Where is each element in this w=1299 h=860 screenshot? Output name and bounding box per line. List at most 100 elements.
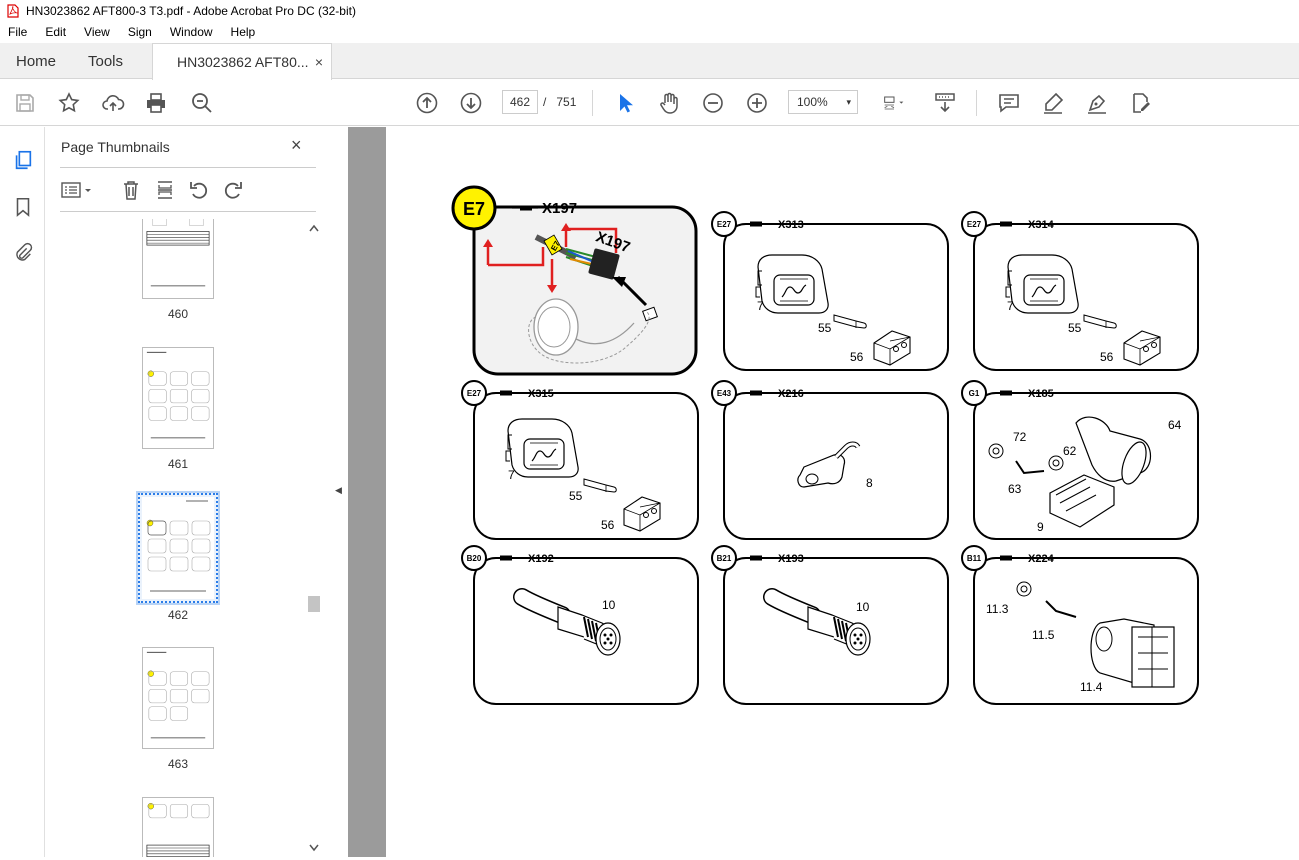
pages-icon	[15, 150, 32, 170]
thumbnail-preview	[142, 497, 214, 599]
page-thumbnails-button[interactable]	[10, 147, 36, 173]
tab-close-button[interactable]: ×	[315, 54, 323, 70]
thumbnail-options-button[interactable]	[60, 177, 94, 203]
page-total: / 751	[543, 95, 576, 109]
toolbar-divider	[592, 90, 593, 116]
menu-bar: File Edit View Sign Window Help	[0, 22, 1299, 42]
extract-pages-icon	[158, 181, 172, 199]
comment-button[interactable]	[996, 90, 1022, 116]
bookmark-star-button[interactable]	[56, 90, 82, 116]
previous-page-button[interactable]	[414, 90, 440, 116]
menu-edit[interactable]: Edit	[45, 25, 66, 39]
svg-text:B21: B21	[717, 554, 732, 563]
list-options-icon	[61, 182, 91, 198]
thumbnail-page-number: 461	[167, 457, 189, 471]
thumbnail-scrollbar[interactable]	[306, 219, 322, 857]
toolbar-divider-2	[976, 90, 977, 116]
highlight-button[interactable]	[1040, 90, 1066, 116]
menu-file[interactable]: File	[8, 25, 27, 39]
arrow-down-circle-icon	[460, 92, 482, 114]
panel-title: Page Thumbnails	[61, 139, 170, 155]
save-icon	[16, 94, 34, 112]
draw-button[interactable]	[1084, 90, 1110, 116]
extract-page-button[interactable]	[154, 177, 176, 203]
next-page-button[interactable]	[458, 90, 484, 116]
panel-divider-2	[60, 211, 316, 212]
comment-icon	[999, 94, 1019, 113]
fit-page-button[interactable]	[876, 90, 912, 116]
svg-text:7: 7	[757, 299, 764, 313]
menu-view[interactable]: View	[84, 25, 110, 39]
cell-x193: B21 X193 10	[711, 545, 949, 705]
scroll-down-icon	[309, 844, 319, 852]
save-button[interactable]	[12, 90, 38, 116]
connector-figure: E7 X197 E7 X197 E27 X313 7 55 56 E27 X31…	[451, 185, 1199, 705]
bookmarks-button[interactable]	[10, 194, 36, 220]
attachments-button[interactable]	[10, 240, 36, 266]
select-tool-button[interactable]	[612, 90, 638, 116]
thumbnail-preview	[146, 219, 210, 287]
edit-pdf-button[interactable]	[1128, 90, 1154, 116]
svg-text:56: 56	[850, 350, 864, 364]
delete-page-button[interactable]	[120, 177, 142, 203]
svg-text:X216: X216	[778, 388, 804, 400]
rotate-cw-button[interactable]	[222, 177, 244, 203]
svg-text:X313: X313	[778, 219, 804, 231]
thumbnail-page[interactable]	[142, 647, 214, 749]
panel-collapse-handle[interactable]: ◀	[332, 127, 348, 857]
menu-window[interactable]: Window	[170, 25, 213, 39]
cursor-arrow-icon	[620, 94, 633, 113]
zoom-level-select[interactable]: 100% ▾	[788, 90, 858, 114]
svg-text:G1: G1	[969, 389, 980, 398]
thumbnail-list: 460 461 462 463	[60, 219, 320, 857]
svg-text:10: 10	[602, 598, 616, 612]
document-view[interactable]: E7 X197 E7 X197 E27 X313 7 55 56 E27 X31…	[348, 127, 1299, 857]
window-title: HN3023862 AFT800-3 T3.pdf - Adobe Acroba…	[26, 4, 356, 18]
tab-document-label: HN3023862 AFT80...	[177, 54, 309, 70]
scroll-mode-button[interactable]	[932, 90, 958, 116]
svg-text:X224: X224	[1028, 553, 1055, 565]
collapse-arrow-icon[interactable]: ◀	[335, 485, 342, 496]
fit-page-icon	[884, 96, 904, 110]
paperclip-icon	[16, 242, 33, 261]
menu-help[interactable]: Help	[231, 25, 256, 39]
svg-text:10: 10	[856, 600, 870, 614]
printer-icon	[147, 93, 165, 113]
zoom-out-button[interactable]	[700, 90, 726, 116]
rotate-ccw-button[interactable]	[188, 177, 210, 203]
thumbnail-page[interactable]	[142, 347, 214, 449]
svg-text:11.4: 11.4	[1080, 680, 1103, 694]
scrollbar-track	[308, 224, 320, 852]
thumbnail-preview	[146, 351, 210, 439]
panel-close-button[interactable]: ×	[291, 135, 302, 156]
print-button[interactable]	[143, 90, 169, 116]
menu-sign[interactable]: Sign	[128, 25, 152, 39]
plus-circle-icon	[747, 93, 767, 113]
highlighter-pen-icon	[1044, 92, 1064, 114]
svg-text:7: 7	[1007, 299, 1014, 313]
tab-document[interactable]: HN3023862 AFT80... ×	[152, 43, 332, 80]
trash-icon	[124, 181, 138, 200]
toolbar: 462 / 751 100% ▾	[0, 80, 1299, 126]
zoom-in-button[interactable]	[744, 90, 770, 116]
svg-text:55: 55	[818, 321, 832, 335]
zoom-search-button[interactable]	[189, 90, 215, 116]
hand-icon	[660, 92, 678, 114]
fountain-pen-icon	[1088, 94, 1106, 114]
svg-text:72: 72	[1013, 430, 1027, 444]
page-number-input[interactable]: 462	[502, 90, 538, 114]
page-total-value: 751	[556, 95, 577, 109]
tab-home[interactable]: Home	[16, 53, 56, 70]
svg-text:E27: E27	[967, 220, 982, 229]
upload-button[interactable]	[100, 90, 126, 116]
svg-text:7: 7	[508, 468, 515, 482]
svg-text:9: 9	[1037, 520, 1044, 534]
cell-x315: E27 X315 7 55 56	[461, 380, 699, 540]
thumbnail-page[interactable]	[142, 219, 214, 299]
hand-tool-button[interactable]	[656, 90, 682, 116]
thumbnail-page-selected[interactable]	[138, 493, 218, 603]
tab-tools[interactable]: Tools	[88, 53, 123, 70]
tab-bar: Home Tools HN3023862 AFT80... ×	[0, 43, 1299, 80]
thumbnail-page[interactable]	[142, 797, 214, 857]
svg-text:56: 56	[601, 518, 615, 532]
